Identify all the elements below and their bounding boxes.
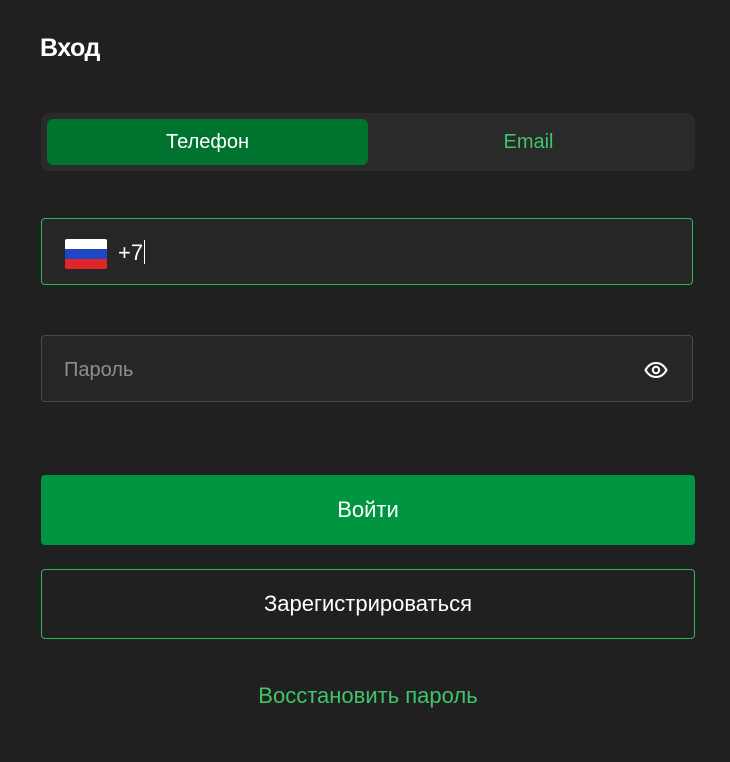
login-button[interactable]: Войти	[41, 475, 695, 545]
restore-password-link[interactable]: Восстановить пароль	[0, 683, 730, 709]
eye-icon[interactable]	[644, 358, 668, 382]
phone-input[interactable]: +7	[118, 240, 146, 266]
phone-field[interactable]: +7	[41, 218, 693, 285]
tab-phone[interactable]: Телефон	[47, 119, 368, 165]
password-field[interactable]: Пароль	[41, 335, 693, 402]
login-method-tabs: Телефон Email	[41, 113, 695, 171]
text-caret	[144, 240, 146, 264]
page-title: Вход	[40, 34, 100, 62]
tab-email[interactable]: Email	[368, 119, 689, 165]
register-button[interactable]: Зарегистрироваться	[41, 569, 695, 639]
russia-flag-icon[interactable]	[65, 239, 107, 269]
phone-value: +7	[118, 240, 144, 265]
password-placeholder: Пароль	[64, 359, 134, 381]
